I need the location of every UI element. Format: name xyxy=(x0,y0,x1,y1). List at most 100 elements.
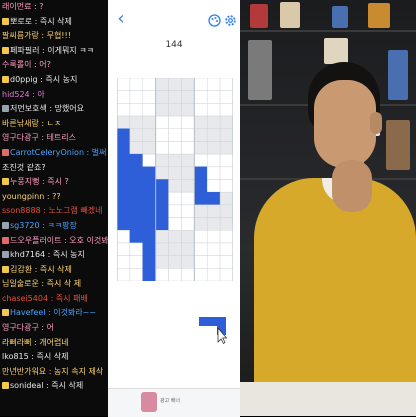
filled-cell[interactable] xyxy=(142,166,156,180)
filled-cell[interactable] xyxy=(129,166,144,180)
back-chevron-icon[interactable]: ‹ xyxy=(114,10,128,28)
filled-cell[interactable] xyxy=(155,204,169,218)
board-cell[interactable] xyxy=(168,141,182,155)
board-cell[interactable] xyxy=(168,204,182,218)
board-cell[interactable] xyxy=(194,242,208,256)
board-cell[interactable] xyxy=(155,166,169,180)
board-cell[interactable] xyxy=(155,153,169,168)
board-cell[interactable] xyxy=(194,153,208,168)
board-cell[interactable] xyxy=(117,268,131,281)
board-cell[interactable] xyxy=(181,255,195,269)
game-board-grid[interactable] xyxy=(117,78,233,281)
board-cell[interactable] xyxy=(181,204,195,218)
filled-cell[interactable] xyxy=(142,255,156,269)
filled-cell[interactable] xyxy=(117,153,131,168)
board-cell[interactable] xyxy=(194,255,208,269)
board-cell[interactable] xyxy=(117,78,131,91)
board-cell[interactable] xyxy=(129,78,144,91)
board-cell[interactable] xyxy=(142,141,156,155)
filled-cell[interactable] xyxy=(142,217,156,231)
filled-cell[interactable] xyxy=(142,204,156,218)
board-cell[interactable] xyxy=(194,115,208,129)
board-cell[interactable] xyxy=(155,255,169,269)
board-cell[interactable] xyxy=(194,204,208,218)
next-piece-cell[interactable] xyxy=(217,317,226,326)
palette-icon[interactable] xyxy=(208,12,221,27)
board-cell[interactable] xyxy=(142,115,156,129)
next-piece-cell[interactable] xyxy=(199,317,208,326)
filled-cell[interactable] xyxy=(142,179,156,193)
board-cell[interactable] xyxy=(194,141,208,155)
board-cell[interactable] xyxy=(168,115,182,129)
board-cell[interactable] xyxy=(206,230,221,244)
board-cell[interactable] xyxy=(181,128,195,142)
board-cell[interactable] xyxy=(155,115,169,129)
gear-icon[interactable] xyxy=(224,12,237,26)
board-cell[interactable] xyxy=(206,204,221,218)
board-cell[interactable] xyxy=(155,103,169,117)
filled-cell[interactable] xyxy=(117,204,131,218)
board-cell[interactable] xyxy=(206,103,221,117)
board-cell[interactable] xyxy=(181,153,195,168)
board-cell[interactable] xyxy=(168,217,182,231)
board-cell[interactable] xyxy=(219,191,233,206)
board-cell[interactable] xyxy=(129,242,144,256)
board-cell[interactable] xyxy=(206,90,221,104)
filled-cell[interactable] xyxy=(155,217,169,231)
board-cell[interactable] xyxy=(219,115,233,129)
filled-cell[interactable] xyxy=(117,179,131,193)
filled-cell[interactable] xyxy=(129,179,144,193)
board-cell[interactable] xyxy=(206,268,221,281)
board-cell[interactable] xyxy=(181,242,195,256)
board-cell[interactable] xyxy=(219,217,233,231)
board-cell[interactable] xyxy=(181,179,195,193)
ad-thumbnail[interactable] xyxy=(141,392,157,412)
filled-cell[interactable] xyxy=(117,128,131,142)
board-cell[interactable] xyxy=(168,255,182,269)
board-cell[interactable] xyxy=(129,255,144,269)
board-cell[interactable] xyxy=(168,166,182,180)
board-cell[interactable] xyxy=(194,103,208,117)
filled-cell[interactable] xyxy=(194,166,208,180)
board-cell[interactable] xyxy=(168,268,182,281)
filled-cell[interactable] xyxy=(117,166,131,180)
filled-cell[interactable] xyxy=(142,268,156,281)
board-cell[interactable] xyxy=(155,78,169,91)
board-cell[interactable] xyxy=(194,90,208,104)
board-cell[interactable] xyxy=(206,78,221,91)
board-cell[interactable] xyxy=(219,179,233,193)
board-cell[interactable] xyxy=(206,217,221,231)
board-cell[interactable] xyxy=(168,242,182,256)
board-cell[interactable] xyxy=(168,90,182,104)
board-cell[interactable] xyxy=(194,78,208,91)
filled-cell[interactable] xyxy=(142,191,156,206)
board-cell[interactable] xyxy=(129,268,144,281)
filled-cell[interactable] xyxy=(129,230,144,244)
filled-cell[interactable] xyxy=(129,153,144,168)
filled-cell[interactable] xyxy=(142,242,156,256)
filled-cell[interactable] xyxy=(129,217,144,231)
filled-cell[interactable] xyxy=(194,191,208,206)
board-cell[interactable] xyxy=(181,268,195,281)
game-board[interactable] xyxy=(117,78,233,281)
filled-cell[interactable] xyxy=(142,230,156,244)
filled-cell[interactable] xyxy=(206,191,221,206)
board-cell[interactable] xyxy=(219,153,233,168)
board-cell[interactable] xyxy=(219,78,233,91)
board-cell[interactable] xyxy=(142,153,156,168)
board-cell[interactable] xyxy=(219,242,233,256)
board-cell[interactable] xyxy=(142,90,156,104)
board-cell[interactable] xyxy=(168,191,182,206)
filled-cell[interactable] xyxy=(194,179,208,193)
board-cell[interactable] xyxy=(117,115,131,129)
board-cell[interactable] xyxy=(155,268,169,281)
filled-cell[interactable] xyxy=(117,141,131,155)
board-cell[interactable] xyxy=(168,103,182,117)
board-cell[interactable] xyxy=(181,166,195,180)
board-cell[interactable] xyxy=(206,166,221,180)
board-cell[interactable] xyxy=(155,242,169,256)
board-cell[interactable] xyxy=(117,230,131,244)
filled-cell[interactable] xyxy=(155,179,169,193)
board-cell[interactable] xyxy=(206,115,221,129)
board-cell[interactable] xyxy=(155,230,169,244)
